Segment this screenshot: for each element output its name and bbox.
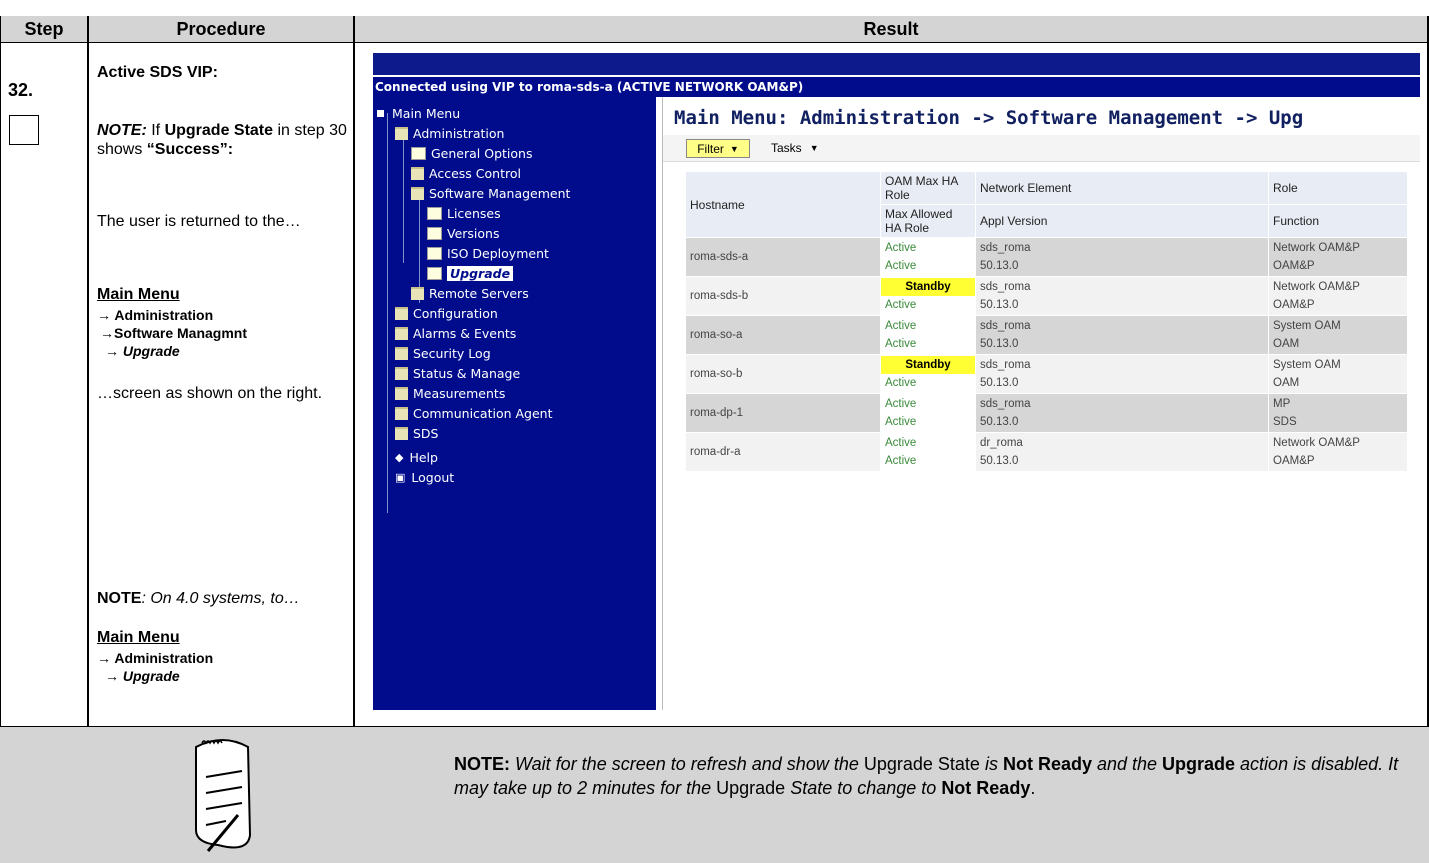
cell-hostname: roma-sds-a: [685, 237, 881, 277]
menu-measurements[interactable]: Measurements: [395, 383, 505, 403]
cell-ha-role: Active Active: [880, 432, 976, 472]
notepad-icon: [195, 739, 252, 852]
nav-administration-2: → Administration: [97, 650, 214, 666]
col-appl-version: Appl Version: [975, 204, 1269, 238]
step-checkbox[interactable]: [9, 115, 39, 145]
filter-button[interactable]: Filter ▼: [686, 139, 750, 158]
col-role: Role: [1268, 171, 1408, 205]
menu-versions[interactable]: Versions: [427, 223, 499, 243]
col1-border: [87, 16, 89, 727]
chevron-down-icon: ▼: [729, 143, 739, 154]
header-result: Result: [355, 16, 1427, 42]
page-title: Main Menu: Administration -> Software Ma…: [674, 107, 1304, 129]
menu-licenses[interactable]: Licenses: [427, 203, 501, 223]
cell-hostname: roma-so-b: [685, 354, 881, 394]
cell-role: Network OAM&P OAM&P: [1268, 276, 1408, 316]
header-procedure: Procedure: [89, 16, 353, 42]
col-function: Function: [1268, 204, 1408, 238]
menu-administration[interactable]: Administration: [395, 123, 504, 143]
col-network-element: Network Element: [975, 171, 1269, 205]
table-row[interactable]: roma-sds-a Active Active sds_roma 50.13.0 Net…: [685, 237, 1408, 277]
nav-upgrade-2: → Upgrade: [105, 668, 180, 684]
cell-network-element: dr_roma 50.13.0: [975, 432, 1269, 472]
menu-communication-agent[interactable]: Communication Agent: [395, 403, 553, 423]
cell-role: System OAM OAM: [1268, 354, 1408, 394]
cell-network-element: sds_roma 50.13.0: [975, 237, 1269, 277]
menu-status-manage[interactable]: Status & Manage: [395, 363, 520, 383]
cell-role: MP SDS: [1268, 393, 1408, 433]
cell-network-element: sds_roma 50.13.0: [975, 354, 1269, 394]
gui-top-banner: [373, 53, 1420, 75]
cell-network-element: sds_roma 50.13.0: [975, 315, 1269, 355]
table-row[interactable]: roma-dp-1 Active Active sds_roma 50.13.0 MP SD…: [685, 393, 1408, 433]
col-max-allowed-ha-role: Max Allowed HA Role: [880, 204, 976, 238]
header-step: Step: [1, 16, 87, 42]
main-menu-tree: Main Menu Administration General Options…: [373, 97, 656, 710]
menu-alarms-events[interactable]: Alarms & Events: [395, 323, 516, 343]
nav-administration: → Administration: [97, 307, 214, 323]
menu-upgrade[interactable]: Upgrade: [427, 263, 514, 283]
chevron-down-icon: ▼: [809, 142, 819, 153]
cell-hostname: roma-dr-a: [685, 432, 881, 472]
gui-screenshot: Connected using VIP to roma-sds-a (ACTIV…: [373, 53, 1420, 710]
cell-network-element: sds_roma 50.13.0: [975, 276, 1269, 316]
connection-banner: Connected using VIP to roma-sds-a (ACTIV…: [373, 77, 1420, 97]
cell-role: Network OAM&P OAM&P: [1268, 432, 1408, 472]
gui-main-pane: Main Menu: Administration -> Software Ma…: [662, 97, 1420, 710]
step-note2: NOTE: On 4.0 systems, to…: [97, 590, 300, 607]
main-menu-link: Main Menu: [97, 286, 180, 303]
menu-configuration[interactable]: Configuration: [395, 303, 498, 323]
cell-role: System OAM OAM: [1268, 315, 1408, 355]
menu-software-management[interactable]: Software Management: [411, 183, 570, 203]
menu-help[interactable]: ◆ Help: [395, 447, 438, 467]
step-number: 32.: [8, 80, 34, 100]
cell-network-element: sds_roma 50.13.0: [975, 393, 1269, 433]
col2-border: [353, 16, 355, 727]
cell-ha-role: Active Active: [880, 393, 976, 433]
menu-remote-servers[interactable]: Remote Servers: [411, 283, 529, 303]
cell-ha-role: Active Active: [880, 237, 976, 277]
step-screen-shown: …screen as shown on the right.: [97, 385, 323, 402]
cell-hostname: roma-so-a: [685, 315, 881, 355]
upgrade-table: Hostname OAM Max HA Role Network Element…: [685, 171, 1408, 472]
step-title: Active SDS VIP:: [97, 64, 218, 81]
nav-upgrade: → Upgrade: [105, 343, 180, 359]
table-row[interactable]: roma-so-a Active Active sds_roma 50.13.0 Syst…: [685, 315, 1408, 355]
tasks-button[interactable]: Tasks ▼: [771, 139, 819, 156]
table-row[interactable]: roma-so-b Standby Active sds_roma 50.13.0 Sys…: [685, 354, 1408, 394]
note-text: NOTE: Wait for the screen to refresh and…: [454, 754, 1399, 798]
cell-ha-role: Standby Active: [880, 354, 976, 394]
main-menu-link-2: Main Menu: [97, 629, 180, 646]
menu-access-control[interactable]: Access Control: [411, 163, 521, 183]
logout-icon: ▣: [395, 470, 406, 484]
cell-role: Network OAM&P OAM&P: [1268, 237, 1408, 277]
left-border: [0, 16, 1, 727]
toolbar: Filter ▼ Tasks ▼: [663, 135, 1420, 162]
menu-main[interactable]: Main Menu: [377, 103, 460, 123]
cell-hostname: roma-sds-b: [685, 276, 881, 316]
menu-logout[interactable]: ▣ Logout: [395, 467, 454, 487]
col-hostname: Hostname: [685, 171, 881, 238]
cell-ha-role: Active Active: [880, 315, 976, 355]
step-note: NOTE: If Upgrade State in step 30 shows …: [97, 122, 347, 158]
menu-security-log[interactable]: Security Log: [395, 343, 491, 363]
cell-ha-role: Standby Active: [880, 276, 976, 316]
menu-iso-deployment[interactable]: ISO Deployment: [427, 243, 549, 263]
step-returned-text: The user is returned to the…: [97, 213, 301, 230]
table-row[interactable]: roma-dr-a Active Active dr_roma 50.13.0 Netwo…: [685, 432, 1408, 472]
nav-software-mgmt: →Software Managmnt: [100, 325, 248, 341]
header-bottom-border: [0, 42, 1429, 43]
menu-sds[interactable]: SDS: [395, 423, 439, 443]
help-icon: ◆: [395, 450, 404, 464]
cell-hostname: roma-dp-1: [685, 393, 881, 433]
col-oam-max-ha-role: OAM Max HA Role: [880, 171, 976, 205]
table-row[interactable]: roma-sds-b Standby Active sds_roma 50.13.0 Ne…: [685, 276, 1408, 316]
menu-general-options[interactable]: General Options: [411, 143, 532, 163]
